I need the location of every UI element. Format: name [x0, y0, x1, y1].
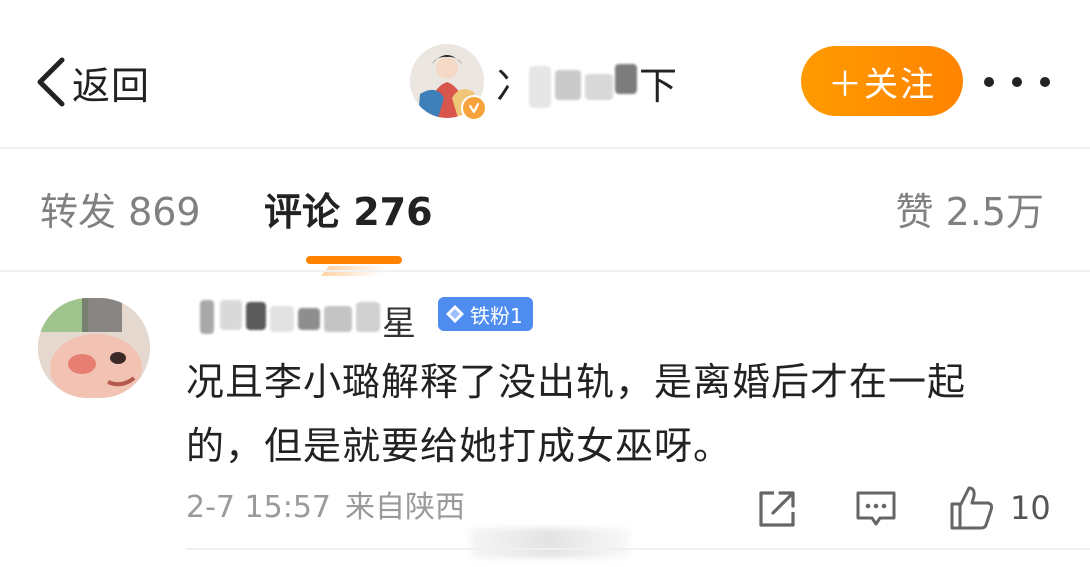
follow-button[interactable]: ＋关注: [801, 46, 963, 116]
share-icon[interactable]: [756, 488, 798, 530]
verified-icon: [461, 95, 487, 121]
more-icon[interactable]: [984, 62, 1050, 102]
tab-comment[interactable]: 评论 276: [264, 182, 433, 242]
faded-overlay: [470, 528, 630, 558]
redacted-block: [529, 66, 551, 108]
like-count: 10: [1010, 489, 1051, 527]
commenter-username[interactable]: 星: [190, 292, 430, 344]
comment-location: 来自陕西: [345, 490, 465, 525]
author-name-suffix: 下: [639, 64, 680, 108]
comment-meta: 2-7 15:57 来自陕西: [186, 485, 465, 531]
redacted-block: [585, 74, 613, 100]
commenter-avatar[interactable]: [38, 298, 150, 398]
back-label: 返回: [72, 63, 151, 108]
comment-text-line: 况且李小璐解释了没出轨，是离婚后才在一起: [186, 360, 967, 404]
divider: [186, 548, 1090, 550]
redacted-block: [270, 306, 294, 332]
comment-timestamp: 2-7 15:57: [186, 490, 331, 525]
redacted-block: [356, 302, 380, 332]
author-name[interactable]: 冫 下: [495, 56, 685, 116]
tab-repost[interactable]: 转发 869: [40, 182, 201, 242]
redacted-block: [298, 308, 320, 330]
diamond-icon: [446, 305, 464, 323]
active-tab-indicator: [306, 256, 402, 264]
back-chevron-icon: [37, 57, 65, 107]
redacted-block: [246, 302, 266, 330]
like-button[interactable]: 10: [948, 484, 1051, 532]
redacted-block: [615, 64, 637, 94]
comment-text-line: 的，但是就要给她打成女巫呀。: [186, 424, 733, 468]
tab-likes[interactable]: 赞 2.5万: [895, 182, 1044, 242]
divider: [0, 147, 1090, 149]
comment-text: 况且李小璐解释了没出轨，是离婚后才在一起 的，但是就要给她打成女巫呀。: [186, 350, 1046, 478]
redacted-block: [324, 306, 352, 332]
thumbs-up-icon: [950, 486, 994, 530]
back-button[interactable]: 返回: [34, 52, 150, 112]
redacted-block: [220, 300, 242, 330]
redacted-block: [200, 300, 214, 334]
divider: [0, 270, 1090, 272]
fan-badge: 铁粉1: [438, 297, 533, 331]
redacted-block: [555, 70, 581, 100]
username-suffix: 星: [382, 304, 416, 344]
reply-icon[interactable]: [854, 488, 898, 530]
fan-badge-label: 铁粉1: [470, 303, 523, 328]
